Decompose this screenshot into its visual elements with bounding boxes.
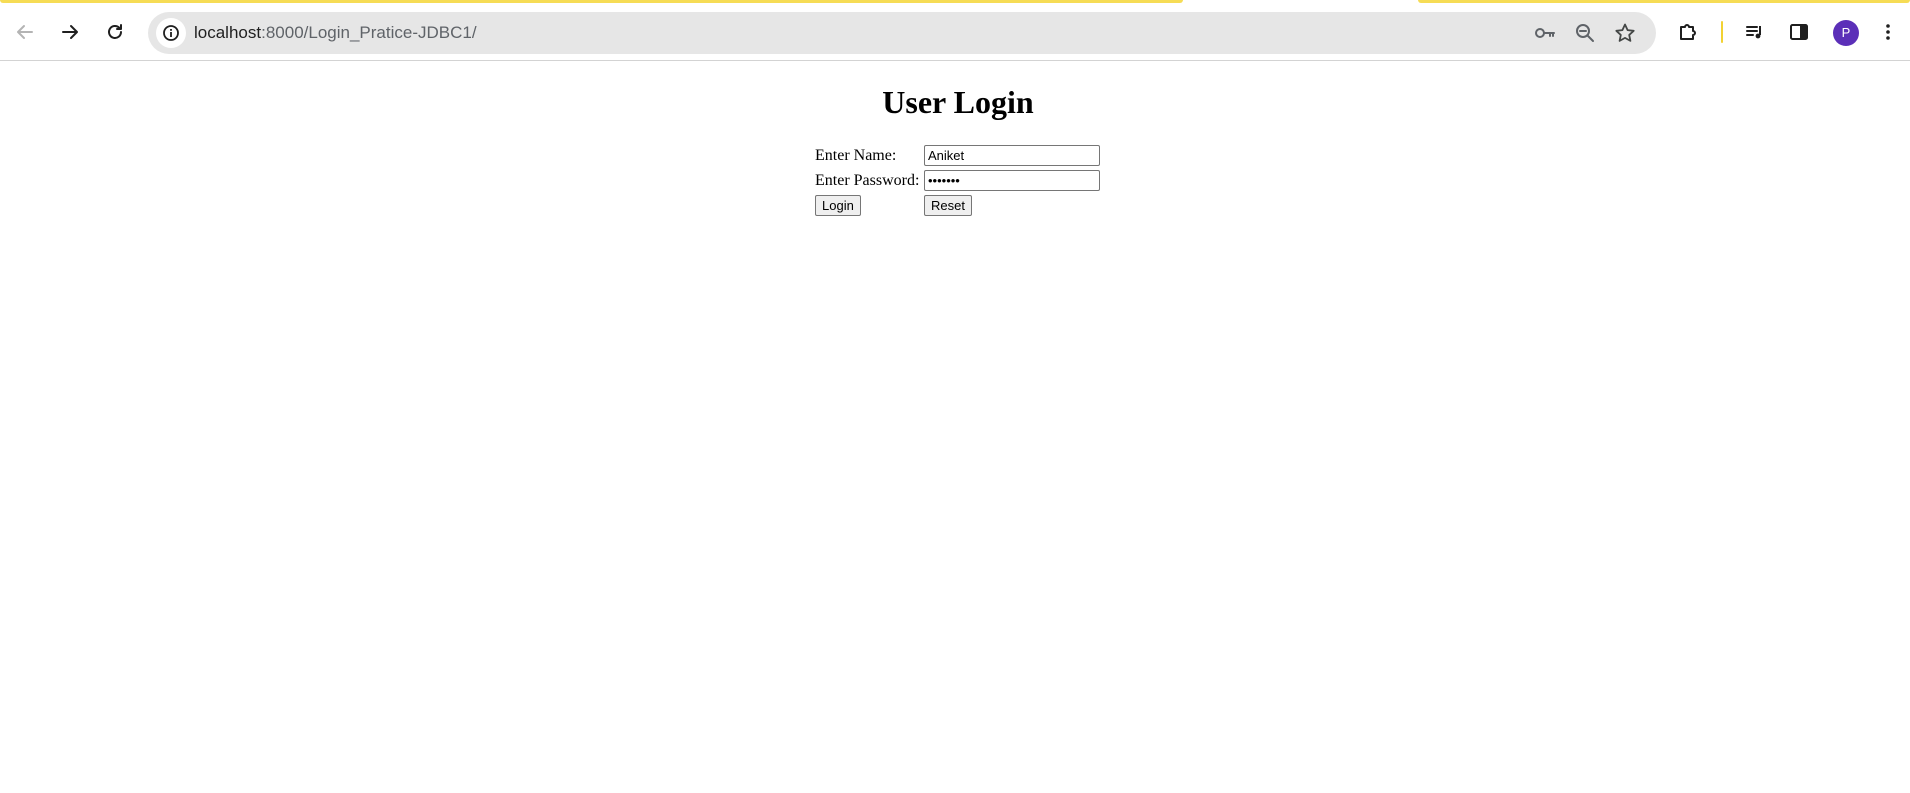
zoom-out-icon — [1576, 24, 1594, 42]
buttons-row: Login Reset — [815, 194, 1105, 219]
name-input[interactable] — [924, 145, 1100, 166]
arrow-right-icon — [62, 25, 78, 39]
password-label: Enter Password: — [815, 172, 920, 189]
url-text[interactable]: localhost:8000/Login_Pratice-JDBC1/ — [194, 12, 477, 54]
back-button[interactable] — [7, 14, 43, 50]
star-icon — [1615, 23, 1635, 42]
loading-bar-right — [1418, 0, 1910, 3]
profile-avatar[interactable]: P — [1833, 20, 1859, 46]
login-form: Enter Name: Enter Password: Login Reset — [815, 144, 1105, 219]
toolbar-divider — [1721, 21, 1723, 43]
name-row: Enter Name: — [815, 144, 1105, 169]
browser-toolbar: localhost:8000/Login_Pratice-JDBC1/ P — [0, 0, 1910, 61]
browser-menu-button[interactable] — [1870, 14, 1906, 50]
page-title: User Login — [882, 84, 1034, 120]
key-icon — [1535, 28, 1555, 38]
reload-icon — [108, 24, 122, 39]
media-queue-icon — [1746, 26, 1761, 39]
name-label: Enter Name: — [815, 147, 897, 164]
password-key-button[interactable] — [1532, 20, 1558, 46]
puzzle-icon — [1680, 24, 1696, 40]
kebab-menu-icon — [1886, 24, 1890, 40]
url-path: :8000/Login_Pratice-JDBC1/ — [261, 23, 477, 42]
side-panel-button[interactable] — [1781, 14, 1817, 50]
password-input[interactable] — [924, 170, 1100, 191]
info-icon — [163, 25, 179, 41]
site-info-button[interactable] — [156, 18, 186, 48]
loading-bar-left — [0, 0, 1183, 3]
url-host: localhost — [194, 23, 262, 42]
side-panel-icon — [1790, 24, 1808, 40]
extensions-button[interactable] — [1670, 14, 1706, 50]
zoom-button[interactable] — [1572, 20, 1598, 46]
address-bar[interactable]: localhost:8000/Login_Pratice-JDBC1/ — [148, 12, 1656, 54]
bookmark-button[interactable] — [1612, 20, 1638, 46]
media-controls-button[interactable] — [1737, 14, 1773, 50]
login-button[interactable]: Login — [815, 195, 861, 216]
reload-button[interactable] — [97, 14, 133, 50]
arrow-left-icon — [17, 25, 33, 39]
password-row: Enter Password: — [815, 169, 1105, 194]
reset-button[interactable]: Reset — [924, 195, 972, 216]
forward-button[interactable] — [52, 14, 88, 50]
